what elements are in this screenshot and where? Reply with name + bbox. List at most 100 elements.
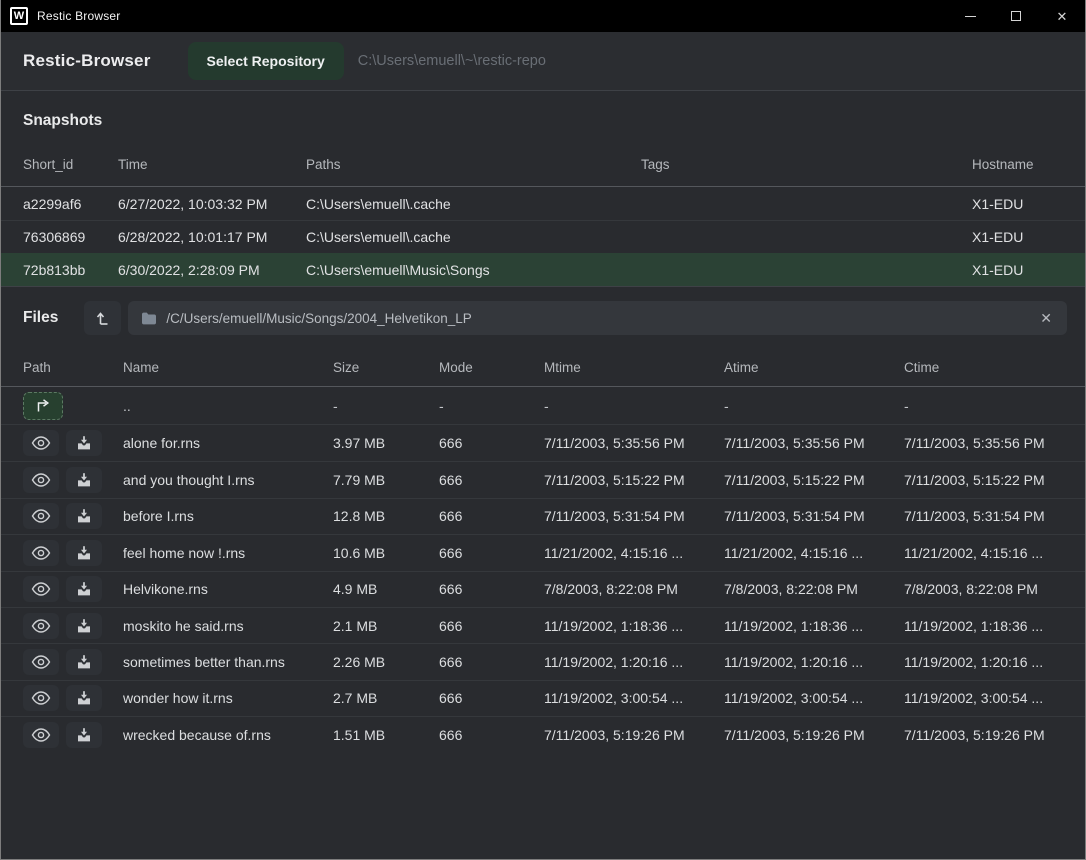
file-row[interactable]: wonder how it.rns 2.7 MB 666 11/19/2002,…	[1, 680, 1085, 716]
current-path-bar[interactable]: /C/Users/emuell/Music/Songs/2004_Helveti…	[128, 301, 1067, 335]
column-header-path: Path	[23, 360, 123, 375]
download-icon	[76, 545, 92, 561]
file-mode: 666	[439, 472, 544, 488]
files-table-header: Path Name Size Mode Mtime Atime Ctime	[1, 349, 1085, 387]
file-row[interactable]: alone for.rns 3.97 MB 666 7/11/2003, 5:3…	[1, 425, 1085, 461]
file-name: feel home now !.rns	[123, 545, 333, 561]
up-right-arrow-icon	[34, 398, 52, 414]
app-logo-icon: W	[10, 7, 28, 25]
go-to-root-button[interactable]	[84, 301, 121, 335]
file-mtime: 7/8/2003, 8:22:08 PM	[544, 581, 724, 597]
current-path-text: /C/Users/emuell/Music/Songs/2004_Helveti…	[166, 311, 1038, 326]
file-atime: 7/8/2003, 8:22:08 PM	[724, 581, 904, 597]
file-row[interactable]: sometimes better than.rns 2.26 MB 666 11…	[1, 643, 1085, 679]
file-size: 7.79 MB	[333, 472, 439, 488]
file-atime: 11/19/2002, 1:20:16 ...	[724, 654, 904, 670]
repository-path: C:\Users\emuell\~\restic-repo	[358, 53, 546, 69]
snapshot-short-id: a2299af6	[23, 196, 118, 212]
preview-file-button[interactable]	[23, 649, 59, 675]
preview-file-button[interactable]	[23, 613, 59, 639]
file-ctime: 7/11/2003, 5:31:54 PM	[904, 508, 1063, 524]
preview-file-button[interactable]	[23, 467, 59, 493]
file-mode: 666	[439, 545, 544, 561]
eye-icon	[31, 619, 51, 633]
close-button[interactable]: ✕	[1039, 0, 1085, 32]
snapshots-heading: Snapshots	[1, 91, 1085, 143]
preview-file-button[interactable]	[23, 576, 59, 602]
preview-file-button[interactable]	[23, 540, 59, 566]
download-file-button[interactable]	[66, 576, 102, 602]
preview-file-button[interactable]	[23, 503, 59, 529]
file-size: 12.8 MB	[333, 508, 439, 524]
download-file-button[interactable]	[66, 467, 102, 493]
file-name: wrecked because of.rns	[123, 727, 333, 743]
download-file-button[interactable]	[66, 685, 102, 711]
file-mode: 666	[439, 618, 544, 634]
file-row[interactable]: moskito he said.rns 2.1 MB 666 11/19/200…	[1, 607, 1085, 643]
file-size: 3.97 MB	[333, 435, 439, 451]
file-size: 2.26 MB	[333, 654, 439, 670]
files-table: alone for.rns 3.97 MB 666 7/11/2003, 5:3…	[1, 425, 1085, 753]
snapshot-short-id: 76306869	[23, 229, 118, 245]
column-header-mtime: Mtime	[544, 360, 724, 375]
snapshots-section: Snapshots Short_id Time Paths Tags Hostn…	[1, 91, 1085, 287]
snapshot-row[interactable]: 72b813bb 6/30/2022, 2:28:09 PM C:\Users\…	[1, 253, 1085, 286]
folder-icon	[141, 312, 157, 325]
close-icon: ✕	[1057, 10, 1068, 23]
file-mode: 666	[439, 727, 544, 743]
file-name: moskito he said.rns	[123, 618, 333, 634]
column-header-name: Name	[123, 360, 333, 375]
snapshots-table: a2299af6 6/27/2022, 10:03:32 PM C:\Users…	[1, 187, 1085, 287]
app-title: Restic-Browser	[23, 51, 151, 71]
file-size: 10.6 MB	[333, 545, 439, 561]
snapshot-row[interactable]: 76306869 6/28/2022, 10:01:17 PM C:\Users…	[1, 220, 1085, 253]
download-file-button[interactable]	[66, 722, 102, 748]
eye-icon	[31, 728, 51, 742]
minimize-button[interactable]	[947, 0, 993, 32]
file-atime: 7/11/2003, 5:31:54 PM	[724, 508, 904, 524]
file-row[interactable]: wrecked because of.rns 1.51 MB 666 7/11/…	[1, 716, 1085, 752]
file-mode: 666	[439, 654, 544, 670]
clear-path-button[interactable]: ✕	[1038, 309, 1054, 327]
parent-row-atime: -	[724, 398, 904, 414]
file-mtime: 11/19/2002, 1:18:36 ...	[544, 618, 724, 634]
file-atime: 7/11/2003, 5:35:56 PM	[724, 435, 904, 451]
file-row[interactable]: before I.rns 12.8 MB 666 7/11/2003, 5:31…	[1, 498, 1085, 534]
select-repository-button[interactable]: Select Repository	[188, 42, 344, 80]
file-row[interactable]: feel home now !.rns 10.6 MB 666 11/21/20…	[1, 534, 1085, 570]
file-atime: 11/19/2002, 1:18:36 ...	[724, 618, 904, 634]
snapshot-row[interactable]: a2299af6 6/27/2022, 10:03:32 PM C:\Users…	[1, 187, 1085, 220]
file-atime: 7/11/2003, 5:19:26 PM	[724, 727, 904, 743]
file-ctime: 7/11/2003, 5:19:26 PM	[904, 727, 1063, 743]
parent-row-name: ..	[123, 398, 333, 414]
file-size: 2.7 MB	[333, 690, 439, 706]
file-size: 1.51 MB	[333, 727, 439, 743]
file-size: 2.1 MB	[333, 618, 439, 634]
file-ctime: 7/8/2003, 8:22:08 PM	[904, 581, 1063, 597]
download-icon	[76, 508, 92, 524]
maximize-button[interactable]	[993, 0, 1039, 32]
preview-file-button[interactable]	[23, 685, 59, 711]
download-file-button[interactable]	[66, 540, 102, 566]
parent-directory-button[interactable]	[23, 392, 63, 420]
download-file-button[interactable]	[66, 503, 102, 529]
file-mtime: 11/19/2002, 1:20:16 ...	[544, 654, 724, 670]
file-row[interactable]: and you thought I.rns 7.79 MB 666 7/11/2…	[1, 461, 1085, 497]
file-mtime: 7/11/2003, 5:35:56 PM	[544, 435, 724, 451]
file-row[interactable]: Helvikone.rns 4.9 MB 666 7/8/2003, 8:22:…	[1, 571, 1085, 607]
snapshot-time: 6/30/2022, 2:28:09 PM	[118, 262, 306, 278]
download-file-button[interactable]	[66, 430, 102, 456]
download-file-button[interactable]	[66, 613, 102, 639]
file-name: before I.rns	[123, 508, 333, 524]
file-mode: 666	[439, 690, 544, 706]
parent-directory-row: .. - - - - -	[1, 387, 1085, 425]
preview-file-button[interactable]	[23, 430, 59, 456]
snapshot-time: 6/27/2022, 10:03:32 PM	[118, 196, 306, 212]
file-mtime: 11/21/2002, 4:15:16 ...	[544, 545, 724, 561]
column-header-time: Time	[118, 157, 306, 172]
parent-row-ctime: -	[904, 398, 1063, 414]
preview-file-button[interactable]	[23, 722, 59, 748]
file-atime: 11/19/2002, 3:00:54 ...	[724, 690, 904, 706]
file-ctime: 7/11/2003, 5:35:56 PM	[904, 435, 1063, 451]
download-file-button[interactable]	[66, 649, 102, 675]
